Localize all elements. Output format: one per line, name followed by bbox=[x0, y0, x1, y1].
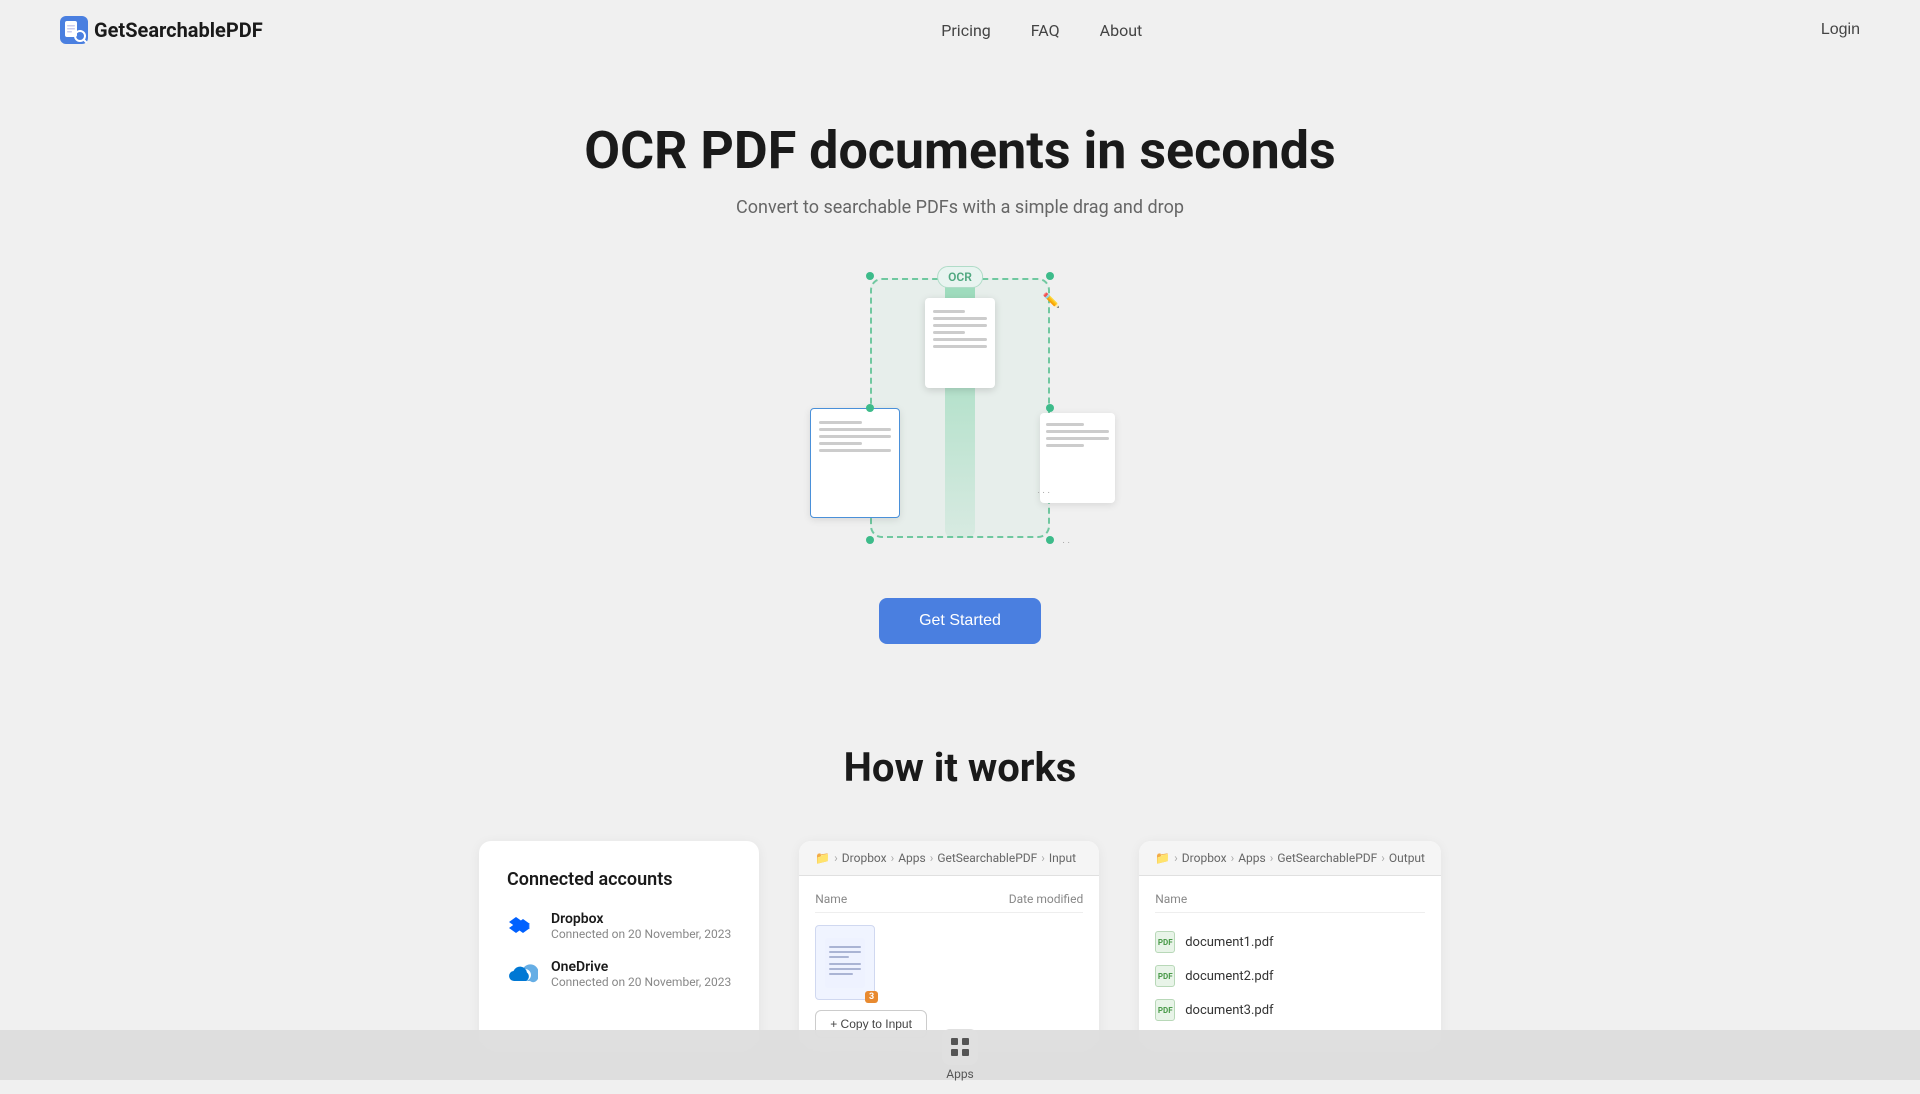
output-filename-3: document3.pdf bbox=[1185, 1003, 1273, 1018]
col-date: Date modified bbox=[1009, 892, 1084, 906]
doc-line bbox=[1046, 437, 1109, 440]
onedrive-info: OneDrive Connected on 20 November, 2023 bbox=[551, 959, 731, 989]
logo-icon bbox=[60, 16, 88, 44]
logo[interactable]: GetSearchablePDF bbox=[60, 16, 263, 44]
taskbar: Apps bbox=[0, 1030, 1920, 1080]
path-apps: Apps bbox=[898, 851, 926, 865]
input-path-bar: 📁 › Dropbox › Apps › GetSearchablePDF › … bbox=[799, 841, 1099, 876]
doc-line bbox=[933, 310, 965, 313]
dropbox-name: Dropbox bbox=[551, 911, 731, 927]
pdf-icon-2: PDF bbox=[1155, 965, 1175, 987]
doc-line bbox=[819, 428, 891, 431]
how-title: How it works bbox=[60, 744, 1860, 791]
dropbox-info: Dropbox Connected on 20 November, 2023 bbox=[551, 911, 731, 941]
output-filename-2: document2.pdf bbox=[1185, 969, 1273, 984]
corner-dot-mr bbox=[1046, 404, 1054, 412]
dropbox-icon bbox=[507, 910, 539, 942]
logo-text: GetSearchablePDF bbox=[94, 18, 263, 42]
onedrive-name: OneDrive bbox=[551, 959, 731, 975]
out-path-output: Output bbox=[1389, 851, 1425, 865]
apps-grid-icon bbox=[942, 1029, 978, 1065]
output-filename-1: document1.pdf bbox=[1185, 935, 1273, 950]
doc-line bbox=[819, 442, 862, 445]
output-content: Name PDF document1.pdf PDF document2.pdf… bbox=[1139, 876, 1441, 1043]
onedrive-account: OneDrive Connected on 20 November, 2023 bbox=[507, 958, 731, 990]
out-col-name: Name bbox=[1155, 892, 1187, 906]
doc-line bbox=[819, 449, 891, 452]
pdf-icon-1: PDF bbox=[1155, 931, 1175, 953]
doc-line bbox=[1046, 423, 1084, 426]
out-path-apps: Apps bbox=[1238, 851, 1266, 865]
connected-accounts-card: Connected accounts Dropbox Connected on … bbox=[479, 841, 759, 1054]
doc-lines bbox=[933, 310, 987, 348]
doc-line bbox=[933, 338, 987, 341]
doc-line bbox=[1046, 430, 1109, 433]
file-thumbnail: 3 bbox=[815, 925, 875, 1000]
right-document bbox=[1040, 413, 1115, 503]
folder-content: Name Date modified bbox=[799, 876, 1099, 1054]
nav-faq[interactable]: FAQ bbox=[1031, 21, 1060, 40]
pdf-icon-3: PDF bbox=[1155, 999, 1175, 1021]
doc-line bbox=[933, 317, 987, 320]
deco-dots-1: · · · bbox=[1037, 488, 1050, 499]
corner-dot-br bbox=[1046, 536, 1054, 544]
output-folder-card: 📁 › Dropbox › Apps › GetSearchablePDF › … bbox=[1139, 841, 1441, 1054]
path-dropbox: Dropbox bbox=[842, 851, 887, 865]
corner-dot-tl bbox=[866, 272, 874, 280]
dropbox-date: Connected on 20 November, 2023 bbox=[551, 927, 731, 941]
doc-line bbox=[933, 345, 987, 348]
output-file-3: PDF document3.pdf bbox=[1155, 993, 1425, 1027]
how-cards: Connected accounts Dropbox Connected on … bbox=[60, 841, 1860, 1054]
hero-subtitle: Convert to searchable PDFs with a simple… bbox=[20, 197, 1900, 218]
onedrive-date: Connected on 20 November, 2023 bbox=[551, 975, 731, 989]
nav-pricing[interactable]: Pricing bbox=[941, 21, 991, 40]
file-thumb-svg bbox=[825, 938, 865, 988]
doc-line bbox=[933, 324, 987, 327]
ocr-badge: OCR bbox=[937, 266, 983, 288]
doc-lines bbox=[819, 421, 891, 452]
folder-icon-input: 📁 bbox=[815, 851, 830, 865]
get-started-button[interactable]: Get Started bbox=[879, 598, 1041, 644]
doc-line bbox=[819, 435, 891, 438]
hero-section: OCR PDF documents in seconds Convert to … bbox=[0, 60, 1920, 684]
nav-about[interactable]: About bbox=[1100, 21, 1143, 40]
output-header: Name bbox=[1155, 892, 1425, 913]
path-gspdf: GetSearchablePDF bbox=[937, 851, 1037, 865]
output-file-2: PDF document2.pdf bbox=[1155, 959, 1425, 993]
doc-line bbox=[1046, 444, 1084, 447]
input-file-item: 3 bbox=[815, 925, 1083, 1000]
taskbar-apps-item[interactable]: Apps bbox=[942, 1029, 978, 1081]
onedrive-icon bbox=[507, 958, 539, 990]
dropbox-account: Dropbox Connected on 20 November, 2023 bbox=[507, 910, 731, 942]
navbar: GetSearchablePDF Pricing FAQ About Login bbox=[0, 0, 1920, 60]
path-input: Input bbox=[1049, 851, 1076, 865]
corner-dot-tr bbox=[1046, 272, 1054, 280]
folder-icon-output: 📁 bbox=[1155, 851, 1170, 865]
col-name: Name bbox=[815, 892, 847, 906]
left-document bbox=[810, 408, 900, 518]
file-badge: 3 bbox=[865, 991, 878, 1003]
hero-illustration: OCR ✏️ bbox=[770, 258, 1150, 558]
doc-line bbox=[933, 331, 965, 334]
apps-label: Apps bbox=[946, 1067, 974, 1081]
out-path-dropbox: Dropbox bbox=[1182, 851, 1227, 865]
login-button[interactable]: Login bbox=[1821, 21, 1860, 39]
input-folder-card: 📁 › Dropbox › Apps › GetSearchablePDF › … bbox=[799, 841, 1099, 1054]
folder-header: Name Date modified bbox=[815, 892, 1083, 913]
output-file-1: PDF document1.pdf bbox=[1155, 925, 1425, 959]
corner-dot-ml bbox=[866, 404, 874, 412]
hero-title: OCR PDF documents in seconds bbox=[20, 120, 1900, 181]
corner-dot-bl bbox=[866, 536, 874, 544]
doc-lines bbox=[1046, 423, 1109, 447]
card1-title: Connected accounts bbox=[507, 869, 731, 890]
nav-links: Pricing FAQ About bbox=[941, 21, 1142, 40]
output-path-bar: 📁 › Dropbox › Apps › GetSearchablePDF › … bbox=[1139, 841, 1441, 876]
out-path-gspdf: GetSearchablePDF bbox=[1277, 851, 1377, 865]
doc-line bbox=[819, 421, 862, 424]
deco-dots-2: · · bbox=[1062, 538, 1070, 549]
pencil-icon: ✏️ bbox=[1043, 293, 1060, 309]
center-document bbox=[925, 298, 995, 388]
